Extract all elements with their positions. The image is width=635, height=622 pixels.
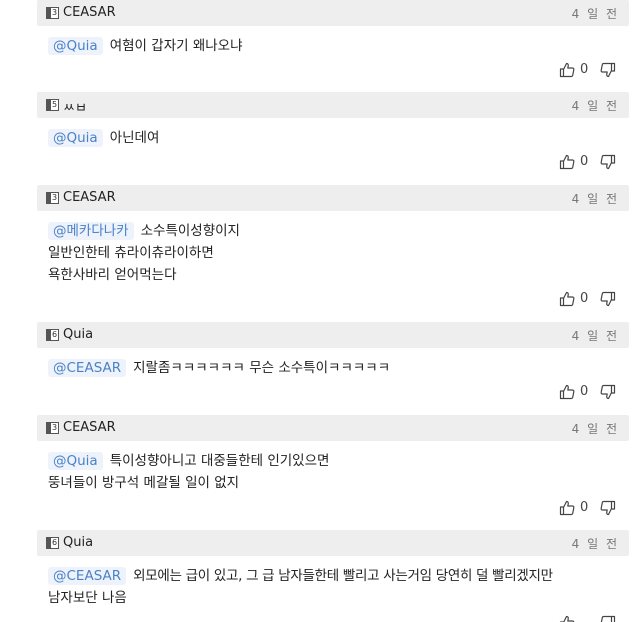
- vote-bar: 0: [559, 153, 619, 171]
- thumbs-up-icon[interactable]: [559, 291, 575, 307]
- thumbs-down-icon[interactable]: [600, 154, 616, 170]
- comment-header: 3 CEASAR 4 일 전: [37, 0, 629, 26]
- comment-author[interactable]: Quia: [63, 327, 93, 342]
- comment-body: @메카다나카 소수특이성향이지 일반인한테 츄라이츄라이하면 욕한사바리 얻어먹는…: [48, 220, 623, 286]
- mention-link[interactable]: @CEASAR: [48, 567, 127, 585]
- user-level-icon: 6: [46, 329, 59, 341]
- user-level-icon: 6: [46, 537, 59, 549]
- comment-author[interactable]: CEASAR: [63, 190, 116, 205]
- comment-body: @Quia 아닌데여: [48, 127, 623, 149]
- comment-header: 3 CEASAR 4 일 전: [37, 185, 629, 211]
- upvote-count: 0: [580, 291, 589, 306]
- mention-link[interactable]: @Quia: [48, 452, 103, 470]
- comment-date: 4 일 전: [571, 422, 619, 436]
- vote-bar: 0: [559, 61, 619, 79]
- comment-author[interactable]: Quia: [63, 535, 93, 550]
- comment-body: @Quia 여혐이 갑자기 왜나오냐: [48, 35, 623, 57]
- comment-text-line: 남자보단 나음: [48, 590, 127, 606]
- comment-date: 4 일 전: [571, 192, 619, 206]
- comment-body: @CEASAR 외모에는 급이 있고, 그 급 남자들한테 빨리고 사는거임 당연…: [48, 565, 623, 609]
- comment-date: 4 일 전: [571, 99, 619, 113]
- mention-link[interactable]: @Quia: [48, 129, 103, 147]
- comment-body: @Quia 특이성향아니고 대중들한테 인기있으면 뚱녀들이 방구석 메갈될 일이…: [48, 450, 623, 494]
- thumbs-down-icon[interactable]: [600, 615, 616, 622]
- thumbs-down-icon[interactable]: [600, 62, 616, 78]
- comment-header: 3 CEASAR 4 일 전: [37, 415, 629, 441]
- mention-link[interactable]: @CEASAR: [48, 359, 127, 377]
- thumbs-down-icon[interactable]: [600, 384, 616, 400]
- user-level-icon: 3: [46, 422, 59, 434]
- user-level-icon: 5: [46, 99, 59, 111]
- comment-text-line: 여혐이 갑자기 왜나오냐: [109, 38, 243, 54]
- thumbs-up-icon[interactable]: [559, 154, 575, 170]
- comment-author[interactable]: CEASAR: [63, 420, 116, 435]
- vote-bar: [559, 614, 619, 622]
- upvote-count: 0: [580, 384, 589, 399]
- thumbs-down-icon[interactable]: [600, 291, 616, 307]
- mention-link[interactable]: @메카다나카: [48, 222, 134, 240]
- comment-text-line: 욕한사바리 얻어먹는다: [48, 267, 177, 283]
- thumbs-up-icon[interactable]: [559, 500, 575, 516]
- comment-header: 5 ㅆㅂ 4 일 전: [37, 92, 629, 118]
- comment-text-line: 지랄좀ㅋㅋㅋㅋㅋㅋ 무슨 소수특이ㅋㅋㅋㅋㅋ: [133, 360, 391, 376]
- comment-text-line: 소수특이성향이지: [140, 223, 240, 239]
- thumbs-up-icon[interactable]: [559, 384, 575, 400]
- comment-text-line: 아닌데여: [109, 130, 160, 146]
- comment-text-line: 뚱녀들이 방구석 메갈될 일이 없지: [48, 475, 240, 491]
- comment-author[interactable]: ㅆㅂ: [63, 97, 87, 116]
- user-level-icon: 3: [46, 7, 59, 19]
- thumbs-up-icon[interactable]: [559, 615, 575, 622]
- comment-author[interactable]: CEASAR: [63, 5, 116, 20]
- upvote-count: 0: [580, 500, 589, 515]
- comment-header: 6 Quia 4 일 전: [37, 530, 629, 556]
- comment-text-line: 특이성향아니고 대중들한테 인기있으면: [109, 453, 330, 469]
- vote-bar: 0: [559, 499, 619, 517]
- comment-date: 4 일 전: [571, 329, 619, 343]
- comment-header: 6 Quia 4 일 전: [37, 322, 629, 348]
- comment-date: 4 일 전: [571, 537, 619, 551]
- user-level-icon: 3: [46, 192, 59, 204]
- mention-link[interactable]: @Quia: [48, 37, 103, 55]
- upvote-count: 0: [580, 62, 589, 77]
- thumbs-down-icon[interactable]: [600, 500, 616, 516]
- thumbs-up-icon[interactable]: [559, 62, 575, 78]
- comment-body: @CEASAR 지랄좀ㅋㅋㅋㅋㅋㅋ 무슨 소수특이ㅋㅋㅋㅋㅋ: [48, 357, 623, 379]
- comment-date: 4 일 전: [571, 7, 619, 21]
- upvote-count: 0: [580, 154, 589, 169]
- vote-bar: 0: [559, 290, 619, 308]
- vote-bar: 0: [559, 383, 619, 401]
- comment-text-line: 일반인한테 츄라이츄라이하면: [48, 245, 214, 261]
- comment-text-line: 외모에는 급이 있고, 그 급 남자들한테 빨리고 사는거임 당연히 덜 빨리겠…: [133, 568, 553, 584]
